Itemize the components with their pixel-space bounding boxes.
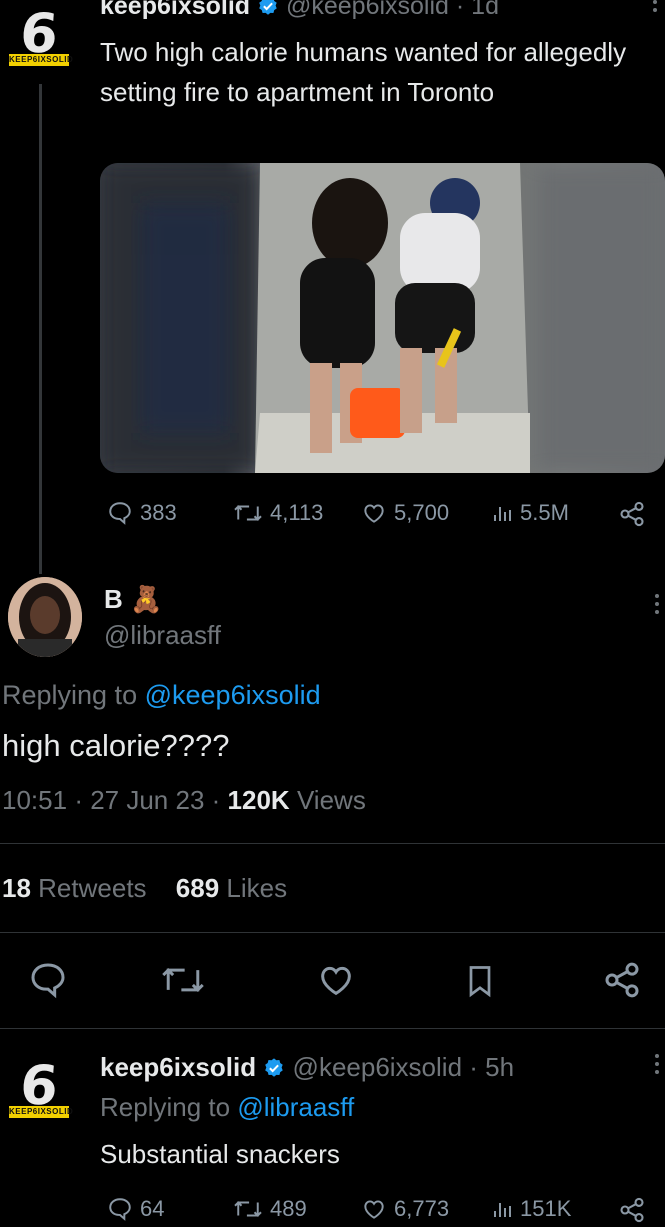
response-header: keep6ixsolid @keep6ixsolid · 5h — [100, 1052, 514, 1083]
reply-meta: 10:51 · 27 Jun 23 · 120K Views — [2, 785, 366, 815]
logo-banner: KEEP6IXSOLID — [9, 54, 74, 66]
tweet-age: · 1d — [455, 0, 499, 20]
six-logo-icon: 6 — [18, 2, 61, 65]
response-reply-count[interactable]: 64 — [106, 1196, 164, 1222]
response-retweet-count[interactable]: 489 — [232, 1196, 307, 1222]
response-view-count-value: 151K — [520, 1196, 572, 1221]
response-replying-prefix: Replying to — [100, 1092, 231, 1122]
logo-banner: KEEP6IXSOLID — [9, 1106, 74, 1118]
views-icon — [494, 1203, 511, 1217]
response-retweet-count-value: 489 — [270, 1196, 307, 1221]
retweets-label: Retweets — [38, 873, 147, 903]
response-view-count[interactable]: 151K — [490, 1196, 571, 1222]
response-author-handle[interactable]: @keep6ixsolid — [293, 1052, 462, 1082]
retweet-action-icon[interactable] — [160, 960, 206, 1000]
keep6ixsolid-avatar[interactable]: 6 KEEP6IXSOLID — [9, 2, 74, 80]
more-options-icon[interactable] — [652, 0, 658, 16]
replying-to-link[interactable]: @keep6ixsolid — [145, 680, 321, 710]
reply-date[interactable]: 27 Jun 23 — [90, 785, 204, 815]
response-age: · 5h — [469, 1052, 515, 1082]
security-camera-image — [100, 163, 665, 473]
author-name[interactable]: keep6ixsolid — [100, 0, 250, 20]
retweets-summary[interactable]: 18 Retweets — [2, 873, 154, 903]
heart-icon — [364, 1200, 384, 1219]
reply-more-options-icon[interactable] — [654, 594, 660, 618]
six-logo-icon: 6 — [18, 1054, 61, 1117]
reply-text: high calorie???? — [2, 728, 230, 763]
retweet-icon — [234, 505, 262, 521]
replying-prefix: Replying to — [2, 680, 138, 710]
share-icon — [620, 1197, 644, 1223]
tweet-photo[interactable] — [100, 163, 665, 473]
response-like-count-value: 6,773 — [394, 1196, 450, 1221]
likes-label: Likes — [226, 873, 288, 903]
like-count[interactable]: 5,700 — [360, 500, 449, 526]
response-more-options-icon[interactable] — [654, 1054, 660, 1078]
retweet-count[interactable]: 4,113 — [232, 500, 323, 526]
view-count[interactable]: 5.5M — [490, 500, 569, 526]
tweet-text: Two high calorie humans wanted for alleg… — [100, 37, 627, 107]
reply-icon — [109, 1198, 131, 1221]
reply-views-count: 120K — [227, 785, 290, 815]
thread-line — [39, 84, 42, 574]
reply-count[interactable]: 383 — [106, 500, 177, 526]
response-like-count[interactable]: 6,773 — [360, 1196, 449, 1222]
share-button[interactable] — [618, 500, 646, 528]
reply-author-handle[interactable]: @libraasff — [104, 620, 221, 651]
reply-author-line: B 🧸 — [104, 584, 162, 615]
divider — [0, 843, 665, 844]
user-avatar[interactable] — [8, 577, 82, 657]
likes-summary[interactable]: 689 Likes — [176, 873, 287, 903]
replying-to-line: Replying to @keep6ixsolid — [2, 680, 321, 711]
response-reply-count-value: 64 — [140, 1196, 165, 1221]
like-action-icon[interactable] — [316, 960, 356, 1000]
response-replying-line: Replying to @libraasff — [100, 1092, 354, 1123]
retweet-count-value: 4,113 — [270, 500, 324, 525]
avatar-photo — [8, 577, 82, 657]
engagement-counts: 18 Retweets 689 Likes — [2, 873, 287, 904]
tweet-header: keep6ixsolid @keep6ixsolid · 1d — [100, 0, 499, 21]
reply-time[interactable]: 10:51 — [2, 785, 67, 815]
reply-icon — [109, 502, 131, 525]
response-text: Substantial snackers — [100, 1139, 340, 1169]
response-share-button[interactable] — [618, 1196, 646, 1224]
bookmark-action-icon[interactable] — [462, 962, 498, 1000]
verified-badge-icon — [265, 1058, 284, 1077]
response-author-name[interactable]: keep6ixsolid — [100, 1052, 256, 1082]
author-handle[interactable]: @keep6ixsolid — [286, 0, 449, 20]
view-count-value: 5.5M — [520, 500, 569, 525]
response-replying-to-link[interactable]: @libraasff — [237, 1092, 354, 1122]
reply-action-icon[interactable] — [28, 960, 68, 1000]
reply-views-label: Views — [296, 785, 366, 815]
share-icon — [620, 501, 644, 527]
teddy-bear-icon: 🧸 — [130, 584, 163, 614]
reply-count-value: 383 — [140, 500, 177, 525]
views-icon — [494, 507, 511, 521]
likes-total: 689 — [175, 873, 220, 903]
heart-icon — [364, 504, 384, 523]
divider — [0, 932, 665, 933]
verified-badge-icon — [259, 0, 277, 15]
retweet-icon — [234, 1201, 262, 1217]
reply-author-name[interactable]: B — [104, 584, 123, 614]
keep6ixsolid-avatar[interactable]: 6 KEEP6IXSOLID — [9, 1054, 74, 1132]
share-action-icon[interactable] — [602, 960, 642, 1000]
like-count-value: 5,700 — [394, 500, 450, 525]
divider — [0, 1028, 665, 1029]
retweets-total: 18 — [2, 873, 31, 903]
